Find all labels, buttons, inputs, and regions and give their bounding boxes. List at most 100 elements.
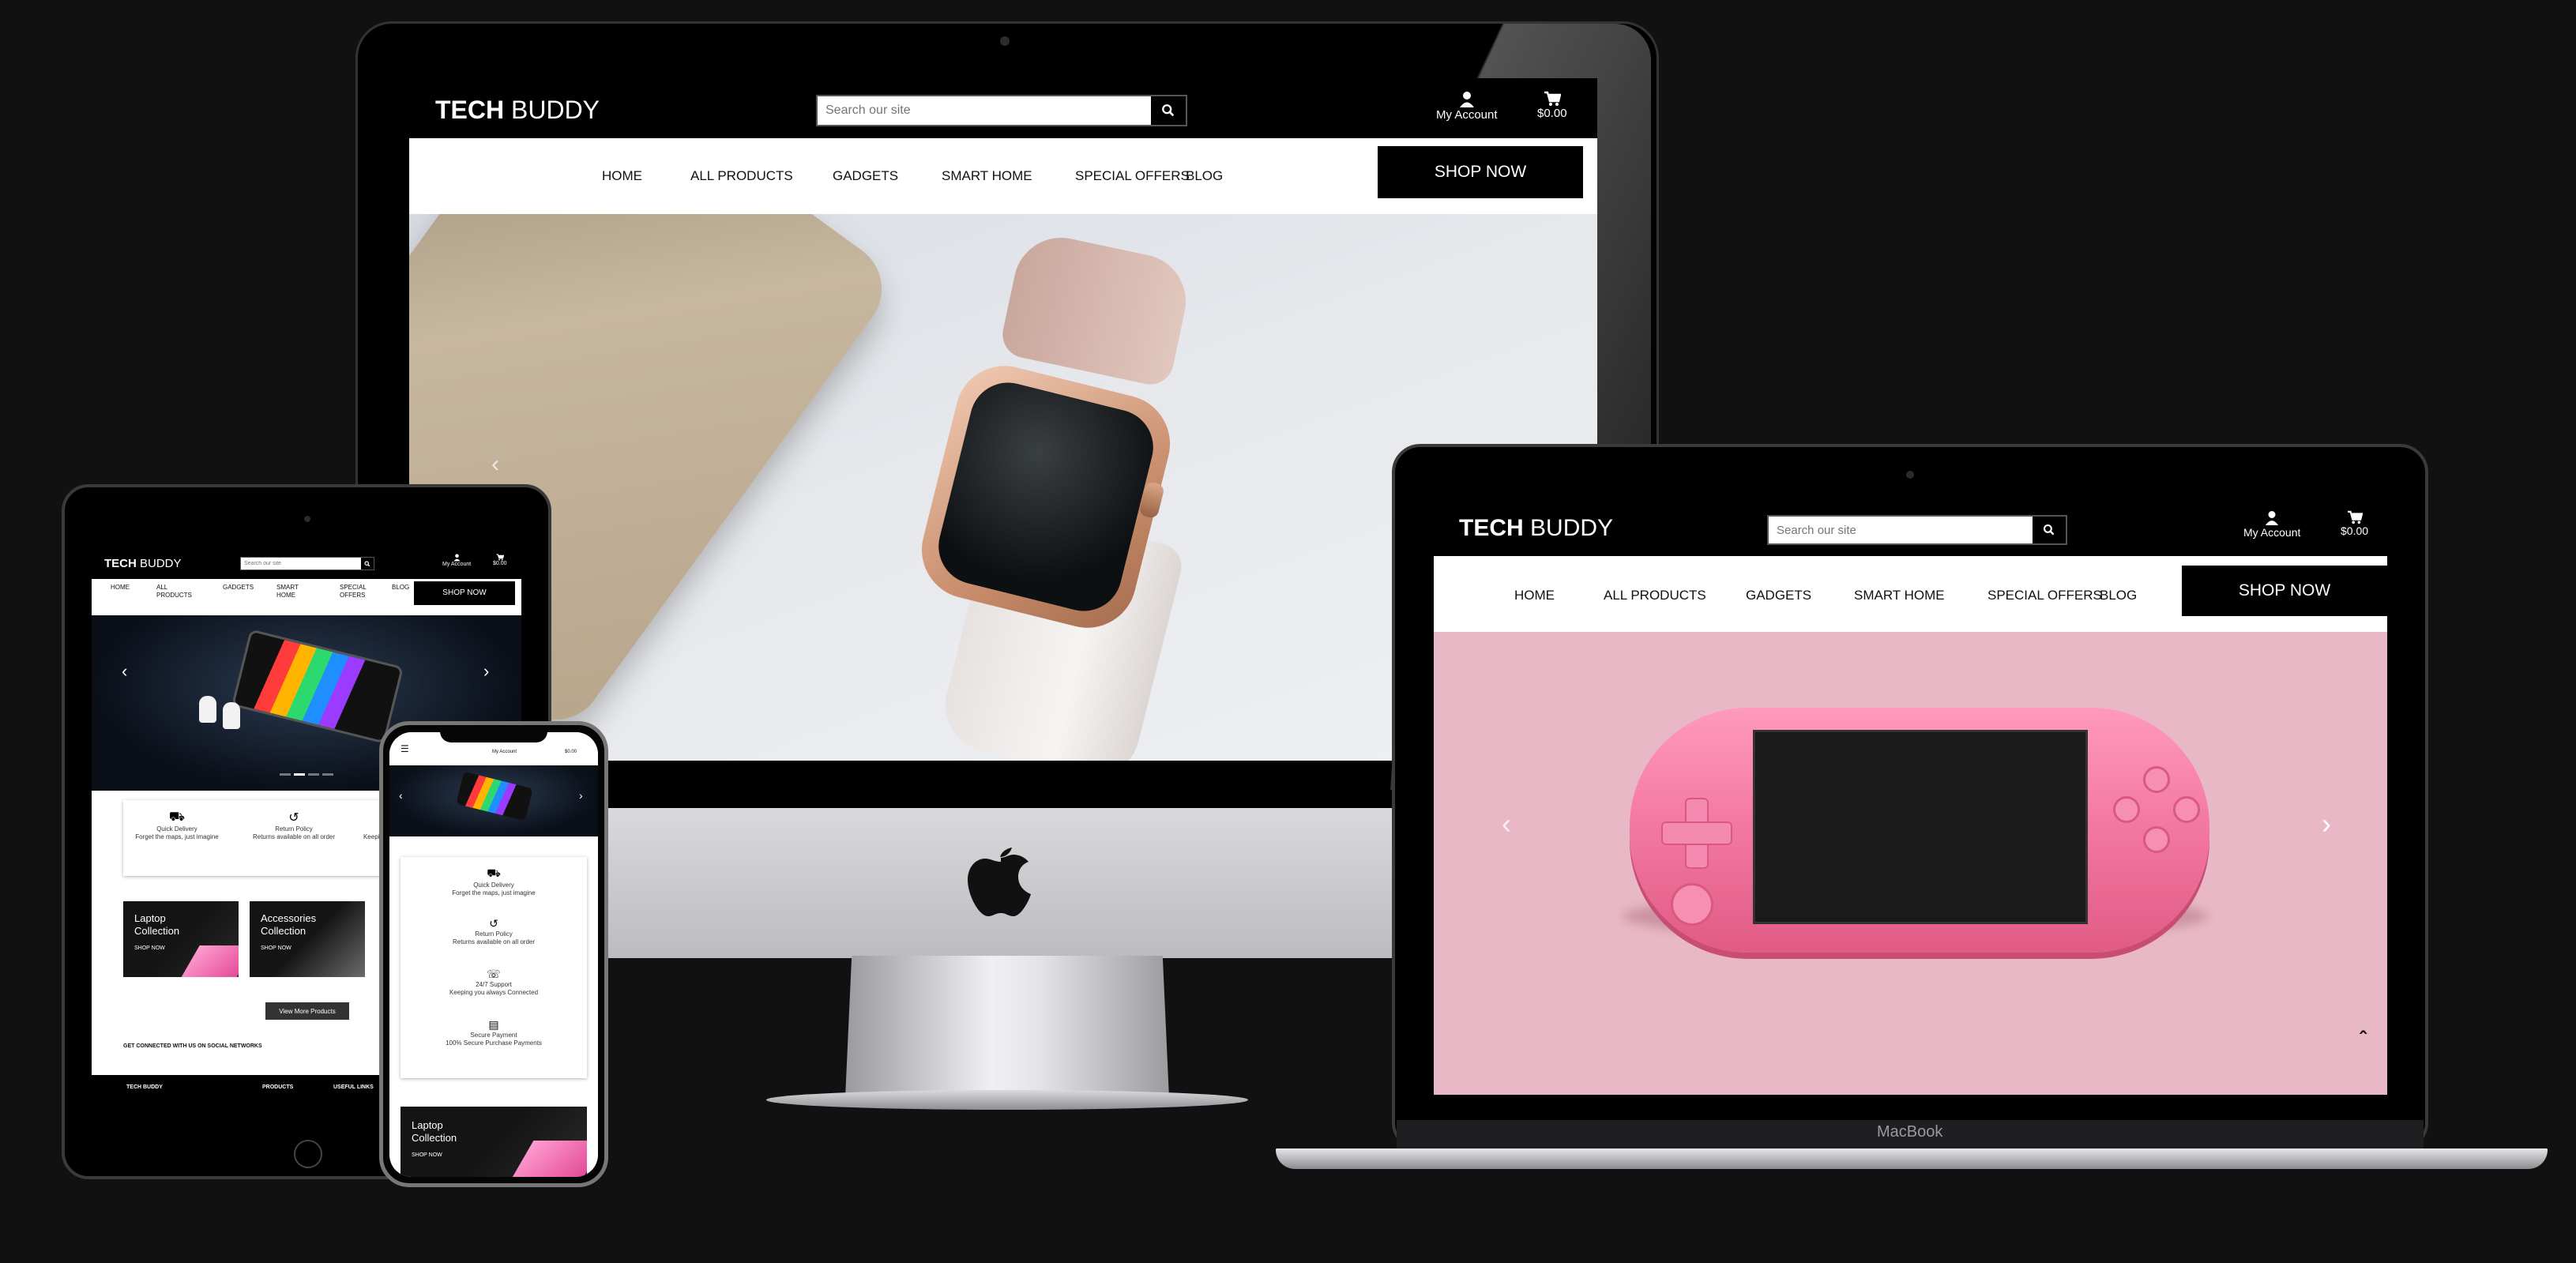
- site-header: TECH BUDDY My Account $0.00: [1434, 498, 2387, 556]
- imac-stand-neck: [845, 956, 1169, 1098]
- psp-analog-stick-icon: [1671, 883, 1713, 926]
- tablet-home-button: [294, 1140, 322, 1168]
- cart-icon: [1544, 91, 1561, 106]
- cart-total: $0.00: [1537, 107, 1567, 120]
- hero-carousel: ‹ ›: [389, 765, 598, 836]
- main-nav: HOME ALL PRODUCTS GADGETS SMART HOME SPE…: [409, 138, 1597, 214]
- hero-phone-image: [231, 629, 404, 744]
- nav-blog[interactable]: BLOG: [392, 584, 409, 592]
- nav-smart-home[interactable]: SMART HOME: [276, 584, 299, 599]
- search-button[interactable]: [1151, 96, 1186, 125]
- search-icon: [364, 560, 370, 566]
- my-account-link[interactable]: My Account: [492, 750, 517, 754]
- nav-special-offers[interactable]: SPECIAL OFFERS: [1075, 168, 1190, 184]
- search-input[interactable]: [241, 558, 361, 569]
- collection-title: Laptop Collection: [412, 1119, 457, 1144]
- nav-home[interactable]: HOME: [111, 584, 130, 592]
- my-account-label: My Account: [1436, 108, 1498, 122]
- my-account-link[interactable]: My Account: [1436, 91, 1498, 122]
- shop-now-button[interactable]: SHOP NOW: [414, 581, 515, 605]
- laptop-hinge: MacBook: [1397, 1120, 2424, 1152]
- carousel-next-icon[interactable]: ›: [579, 789, 583, 802]
- search-button[interactable]: [361, 558, 374, 569]
- site-header: TECH BUDDY My Account $0.00: [409, 78, 1597, 138]
- nav-special-offers[interactable]: SPECIAL OFFERS: [1987, 588, 2102, 603]
- carousel-prev-icon[interactable]: ‹: [122, 661, 127, 682]
- footer-products: PRODUCTS: [262, 1084, 294, 1090]
- footer-useful-links: USEFUL LINKS: [333, 1084, 374, 1090]
- cart-total[interactable]: $0.00: [565, 750, 577, 754]
- return-icon: ↺: [489, 917, 498, 930]
- cart-link[interactable]: $0.00: [2341, 510, 2368, 537]
- accessories-collection-card[interactable]: Accessories Collection SHOP NOW: [250, 901, 365, 977]
- site-header: TECH BUDDY My Account $0.00: [92, 547, 521, 579]
- nav-smart-home[interactable]: SMART HOME: [1854, 588, 1945, 603]
- carousel-next-icon[interactable]: ›: [483, 661, 489, 682]
- laptop-collection-card[interactable]: Laptop Collection SHOP NOW: [123, 901, 239, 977]
- laptop-brand-label: MacBook: [1877, 1123, 1943, 1141]
- back-to-top-icon[interactable]: ˆ: [2360, 1027, 2367, 1051]
- collection-shop-now[interactable]: SHOP NOW: [412, 1152, 442, 1158]
- carousel-indicators[interactable]: [280, 773, 333, 776]
- phone-notch: [440, 728, 547, 742]
- nav-all-products[interactable]: ALL PRODUCTS: [156, 584, 192, 599]
- hero-watch-band-top: [998, 228, 1195, 389]
- phone-screen: ☰ My Account $0.00 ‹ › ⛟ Quick Delivery …: [389, 732, 598, 1177]
- nav-gadgets[interactable]: GADGETS: [1746, 588, 1811, 603]
- return-icon: ↺: [288, 811, 299, 825]
- carousel-prev-icon[interactable]: ‹: [491, 451, 499, 478]
- cart-link[interactable]: $0.00: [1537, 91, 1567, 120]
- carousel-next-icon[interactable]: ›: [2322, 807, 2331, 840]
- my-account-link[interactable]: My Account: [2243, 510, 2300, 539]
- nav-special-offers[interactable]: SPECIAL OFFERS: [340, 584, 367, 599]
- laptop-collection-card[interactable]: Laptop Collection SHOP NOW: [401, 1107, 587, 1177]
- nav-smart-home[interactable]: SMART HOME: [942, 168, 1032, 184]
- nav-gadgets[interactable]: GADGETS: [833, 168, 898, 184]
- nav-home[interactable]: HOME: [1514, 588, 1555, 603]
- carousel-prev-icon[interactable]: ‹: [1502, 807, 1511, 840]
- feature-returns: ↺ Return Policy Returns available on all…: [408, 917, 579, 945]
- search-bar: [240, 557, 374, 570]
- nav-all-products[interactable]: ALL PRODUCTS: [1604, 588, 1706, 603]
- view-more-products-button[interactable]: View More Products: [265, 1002, 349, 1020]
- nav-blog[interactable]: BLOG: [2100, 588, 2137, 603]
- collection-title: Laptop Collection: [134, 912, 180, 937]
- user-icon: [2266, 511, 2279, 525]
- psp-screen: [1753, 730, 2088, 924]
- logo[interactable]: TECH BUDDY: [104, 557, 182, 570]
- nav-gadgets[interactable]: GADGETS: [223, 584, 254, 592]
- nav-all-products[interactable]: ALL PRODUCTS: [690, 168, 793, 184]
- my-account-link[interactable]: My Account: [442, 554, 471, 567]
- carousel-prev-icon[interactable]: ‹: [399, 789, 403, 802]
- feature-delivery: ⛟ Quick Delivery Forget the maps, just i…: [408, 866, 579, 897]
- nav-blog[interactable]: BLOG: [1186, 168, 1223, 184]
- imac-camera: [1000, 36, 1010, 46]
- apple-logo-icon: [968, 840, 1034, 933]
- search-input[interactable]: [1769, 517, 2033, 543]
- logo[interactable]: TECH BUDDY: [1459, 515, 1613, 542]
- collection-shop-now[interactable]: SHOP NOW: [134, 945, 165, 951]
- cart-icon: [496, 554, 504, 561]
- shop-now-button[interactable]: SHOP NOW: [2182, 566, 2387, 616]
- collection-shop-now[interactable]: SHOP NOW: [261, 945, 291, 951]
- search-bar: [1767, 515, 2067, 545]
- nav-home[interactable]: HOME: [602, 168, 642, 184]
- cart-link[interactable]: $0.00: [493, 554, 507, 566]
- search-icon: [2043, 524, 2055, 536]
- hamburger-menu-icon[interactable]: ☰: [401, 743, 409, 754]
- imac-stand-foot: [766, 1090, 1248, 1110]
- laptop-screen: TECH BUDDY My Account $0.00 HOME ALL PRO…: [1434, 498, 2387, 1095]
- truck-icon: ⛟: [487, 866, 501, 879]
- search-button[interactable]: [2033, 517, 2066, 543]
- hero-carousel: ‹ › ˆ: [1434, 632, 2387, 1095]
- logo[interactable]: TECH BUDDY: [435, 96, 600, 125]
- feature-delivery: ⛟ Quick Delivery Forget the maps, just i…: [130, 810, 224, 840]
- search-bar: [816, 95, 1187, 126]
- truck-icon: ⛟: [168, 810, 186, 824]
- main-nav: HOME ALL PRODUCTS GADGETS SMART HOME SPECI…: [92, 579, 521, 609]
- cart-total: $0.00: [493, 561, 507, 566]
- search-input[interactable]: [818, 96, 1151, 125]
- laptop-camera: [1906, 471, 1914, 479]
- user-icon: [1459, 92, 1474, 107]
- shop-now-button[interactable]: SHOP NOW: [1378, 146, 1583, 198]
